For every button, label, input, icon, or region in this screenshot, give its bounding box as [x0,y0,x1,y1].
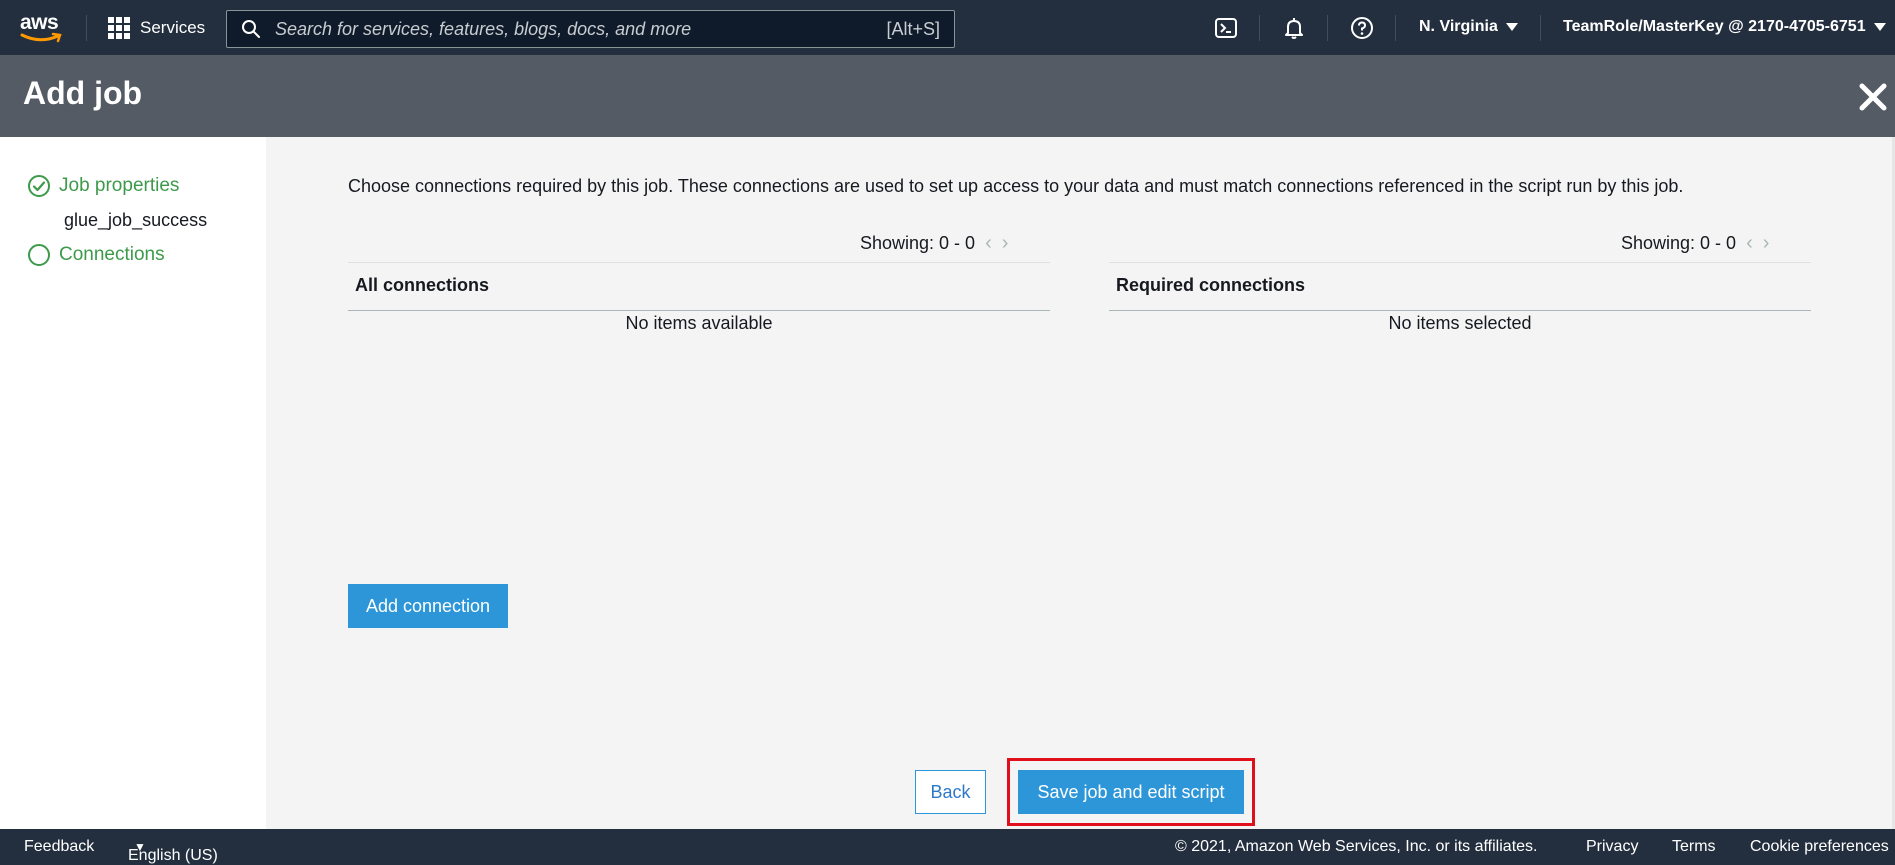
copyright-text: © 2021, Amazon Web Services, Inc. or its… [1175,838,1538,855]
page-title: Add job [23,75,143,111]
caret-down-icon [1873,23,1886,31]
terms-link[interactable]: Terms [1672,838,1716,856]
nav-divider [1395,15,1396,41]
empty-message: No items available [625,313,773,333]
region-selector[interactable]: N. Virginia [1419,18,1518,36]
caret-down-icon: ▼ [134,840,146,854]
all-connections-header: All connections [348,262,1050,311]
step-label: Connections [59,244,165,265]
language-selector[interactable]: English (US) ▼ [128,838,218,864]
required-connections-header: Required connections [1109,262,1811,311]
close-icon[interactable] [1858,82,1888,112]
footer: Feedback English (US) ▼ © 2021, Amazon W… [0,829,1895,865]
chevron-left-icon[interactable]: ‹ [985,232,992,255]
smile-icon [20,32,62,43]
aws-logo[interactable]: aws [20,12,66,44]
panel-title: Required connections [1116,275,1306,295]
save-job-button[interactable]: Save job and edit script [1018,770,1244,814]
cloudshell-icon[interactable] [1213,15,1239,41]
step-job-name: glue_job_success [64,210,208,230]
connections-description: Choose connections required by this job.… [348,176,1684,196]
region-label: N. Virginia [1419,18,1498,35]
step-label: Job properties [59,175,180,196]
page-header: Add job [0,55,1895,137]
privacy-link[interactable]: Privacy [1586,838,1638,856]
grid-icon [108,17,130,39]
step-connections[interactable]: Connections [27,243,165,267]
chevron-right-icon[interactable]: › [1002,232,1009,255]
nav-divider [1259,15,1260,41]
nav-divider [1540,15,1541,41]
nav-divider [1327,15,1328,41]
aws-logo-text: aws [20,11,59,34]
feedback-link[interactable]: Feedback [24,838,94,856]
search-box[interactable]: [Alt+S] [226,10,955,48]
panel-title: All connections [355,275,490,295]
add-connection-button[interactable]: Add connection [348,584,508,628]
pager-text: Showing: 0 - 0 [860,233,976,253]
cookie-preferences-link[interactable]: Cookie preferences [1750,838,1889,856]
account-label: TeamRole/MasterKey @ 2170-4705-6751 [1563,18,1866,35]
top-nav: aws Services [Alt+S] [0,0,1895,55]
services-label: Services [140,18,206,37]
services-menu-button[interactable]: Services [108,14,205,42]
right-pager: Showing: 0 - 0 ‹ › [1621,232,1769,255]
check-circle-icon [28,175,50,197]
circle-icon [28,244,50,266]
caret-down-icon [1505,23,1518,31]
search-icon [242,20,260,38]
chevron-right-icon[interactable]: › [1763,232,1770,255]
step-job-properties[interactable]: Job properties [27,174,179,198]
search-shortcut: [Alt+S] [886,18,940,39]
account-menu[interactable]: TeamRole/MasterKey @ 2170-4705-6751 [1563,18,1886,36]
back-button[interactable]: Back [915,770,986,814]
bell-icon[interactable] [1281,15,1307,41]
left-pager: Showing: 0 - 0 ‹ › [860,232,1008,255]
search-input[interactable] [261,18,887,40]
chevron-left-icon[interactable]: ‹ [1746,232,1753,255]
wizard-steps [0,137,266,829]
pager-text: Showing: 0 - 0 [1621,233,1737,253]
help-icon[interactable] [1349,15,1375,41]
nav-divider [86,15,87,41]
empty-message: No items selected [1388,313,1532,333]
